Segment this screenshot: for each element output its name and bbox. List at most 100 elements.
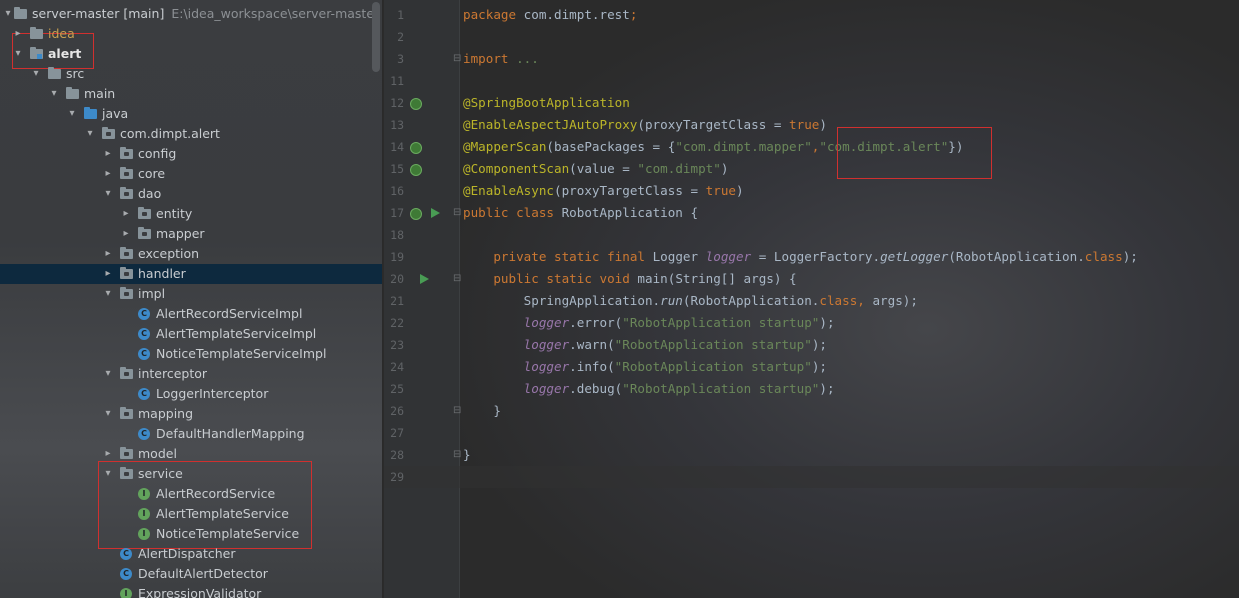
- class-icon: C: [138, 388, 150, 400]
- code-line[interactable]: @ComponentScan(value = "com.dimpt"): [463, 158, 728, 180]
- tree-item-label: NoticeTemplateServiceImpl: [156, 346, 327, 361]
- chevron-down-icon[interactable]: ▾: [48, 84, 60, 104]
- tree-item-impl[interactable]: ▾ impl: [0, 284, 383, 304]
- chevron-right-icon[interactable]: ▸: [102, 144, 114, 164]
- spring-bean-icon[interactable]: [410, 208, 422, 220]
- code-line[interactable]: }: [463, 400, 501, 422]
- chevron-down-icon[interactable]: ▾: [102, 464, 114, 484]
- fold-marker-icon[interactable]: ⊟: [453, 405, 461, 416]
- tree-item-expressionvalidator[interactable]: I ExpressionValidator: [0, 584, 383, 598]
- tree-item-alerttemplateservice[interactable]: I AlertTemplateService: [0, 504, 383, 524]
- tree-item-main[interactable]: ▾ main: [0, 84, 383, 104]
- spring-bean-icon[interactable]: [410, 98, 422, 110]
- code-line[interactable]: import ...: [463, 48, 539, 70]
- tree-item-noticetemplateservice[interactable]: I NoticeTemplateService: [0, 524, 383, 544]
- tree-item-mapping[interactable]: ▾ mapping: [0, 404, 383, 424]
- chevron-right-icon[interactable]: ▸: [120, 224, 132, 244]
- chevron-down-icon[interactable]: ▾: [12, 44, 24, 64]
- tree-item-alerttemplateserviceimpl[interactable]: C AlertTemplateServiceImpl: [0, 324, 383, 344]
- highlight-box-mapperscan: [837, 127, 992, 179]
- tree-item-label: src: [66, 66, 85, 81]
- chevron-right-icon[interactable]: ▸: [102, 264, 114, 284]
- tree-item-handler[interactable]: ▸ handler: [0, 264, 383, 284]
- code-line[interactable]: @SpringBootApplication: [463, 92, 630, 114]
- line-number: 16: [390, 184, 404, 198]
- run-icon[interactable]: [431, 208, 440, 218]
- chevron-down-icon[interactable]: ▾: [2, 4, 14, 24]
- fold-marker-icon[interactable]: ⊟: [453, 207, 461, 218]
- chevron-down-icon[interactable]: ▾: [102, 184, 114, 204]
- tree-item-defaultalertdetector[interactable]: C DefaultAlertDetector: [0, 564, 383, 584]
- tree-item-mapper[interactable]: ▸ mapper: [0, 224, 383, 244]
- package-icon: [120, 187, 133, 199]
- chevron-down-icon[interactable]: ▾: [102, 364, 114, 384]
- code-line[interactable]: logger.info("RobotApplication startup");: [463, 356, 827, 378]
- tree-item-defaulthandlermapping[interactable]: C DefaultHandlerMapping: [0, 424, 383, 444]
- tree-item-noticetemplateserviceimpl[interactable]: C NoticeTemplateServiceImpl: [0, 344, 383, 364]
- tree-item-config[interactable]: ▸ config: [0, 144, 383, 164]
- class-icon: C: [138, 328, 150, 340]
- line-number: 15: [390, 162, 404, 176]
- tree-item-src[interactable]: ▾ src: [0, 64, 383, 84]
- tree-item-label: mapper: [156, 226, 205, 241]
- package-icon: [120, 407, 133, 419]
- interface-icon: I: [138, 508, 150, 520]
- interface-icon: I: [120, 588, 132, 598]
- tree-item-alertrecordserviceimpl[interactable]: C AlertRecordServiceImpl: [0, 304, 383, 324]
- chevron-down-icon[interactable]: ▾: [84, 124, 96, 144]
- tree-item-com-dimpt-alert[interactable]: ▾ com.dimpt.alert: [0, 124, 383, 144]
- chevron-right-icon[interactable]: ▸: [120, 204, 132, 224]
- class-icon: C: [138, 308, 150, 320]
- line-number: 1: [397, 8, 404, 22]
- code-line[interactable]: private static final Logger logger = Log…: [463, 246, 1138, 268]
- code-line[interactable]: public static void main(String[] args) {: [463, 268, 796, 290]
- fold-marker-icon[interactable]: ⊟: [453, 449, 461, 460]
- project-folder-icon: [14, 7, 27, 19]
- tree-item-idea[interactable]: ▸ idea: [0, 24, 383, 44]
- tree-item-label: mapping: [138, 406, 194, 421]
- tree-item-entity[interactable]: ▸ entity: [0, 204, 383, 224]
- project-root-row[interactable]: ▾ server-master [main] E:\idea_workspace\…: [0, 4, 383, 24]
- fold-marker-icon[interactable]: ⊟: [453, 273, 461, 284]
- chevron-right-icon[interactable]: ▸: [102, 244, 114, 264]
- spring-bean-icon[interactable]: [410, 164, 422, 176]
- code-line[interactable]: @EnableAspectJAutoProxy(proxyTargetClass…: [463, 114, 827, 136]
- tree-item-alert[interactable]: ▾ alert: [0, 44, 383, 64]
- tree-item-alertdispatcher[interactable]: C AlertDispatcher: [0, 544, 383, 564]
- chevron-right-icon[interactable]: ▸: [102, 164, 114, 184]
- code-line[interactable]: logger.error("RobotApplication startup")…: [463, 312, 835, 334]
- tree-item-java[interactable]: ▾ java: [0, 104, 383, 124]
- code-line[interactable]: public class RobotApplication {: [463, 202, 698, 224]
- project-tree[interactable]: ▾ server-master [main] E:\idea_workspace\…: [0, 0, 383, 598]
- line-number: 25: [390, 382, 404, 396]
- line-number: 17: [390, 206, 404, 220]
- chevron-down-icon[interactable]: ▾: [66, 104, 78, 124]
- tree-item-service[interactable]: ▾ service: [0, 464, 383, 484]
- run-icon[interactable]: [420, 274, 429, 284]
- chevron-down-icon[interactable]: ▾: [102, 404, 114, 424]
- line-number: 19: [390, 250, 404, 264]
- code-line[interactable]: package com.dimpt.rest;: [463, 4, 637, 26]
- source-folder-icon: [84, 107, 97, 119]
- code-line[interactable]: @EnableAsync(proxyTargetClass = true): [463, 180, 744, 202]
- tree-item-dao[interactable]: ▾ dao: [0, 184, 383, 204]
- package-icon: [120, 267, 133, 279]
- tree-item-exception[interactable]: ▸ exception: [0, 244, 383, 264]
- code-line[interactable]: SpringApplication.run(RobotApplication.c…: [463, 290, 918, 312]
- tree-item-interceptor[interactable]: ▾ interceptor: [0, 364, 383, 384]
- fold-marker-icon[interactable]: ⊟: [453, 53, 461, 64]
- tree-item-core[interactable]: ▸ core: [0, 164, 383, 184]
- tree-item-model[interactable]: ▸ model: [0, 444, 383, 464]
- code-line[interactable]: logger.debug("RobotApplication startup")…: [463, 378, 835, 400]
- spring-bean-icon[interactable]: [410, 142, 422, 154]
- tree-item-label: LoggerInterceptor: [156, 386, 269, 401]
- chevron-right-icon[interactable]: ▸: [12, 24, 24, 44]
- interface-icon: I: [138, 528, 150, 540]
- chevron-right-icon[interactable]: ▸: [102, 444, 114, 464]
- code-line[interactable]: }: [463, 444, 471, 466]
- code-line[interactable]: logger.warn("RobotApplication startup");: [463, 334, 827, 356]
- tree-item-loggerinterceptor[interactable]: C LoggerInterceptor: [0, 384, 383, 404]
- chevron-down-icon[interactable]: ▾: [102, 284, 114, 304]
- chevron-down-icon[interactable]: ▾: [30, 64, 42, 84]
- tree-item-alertrecordservice[interactable]: I AlertRecordService: [0, 484, 383, 504]
